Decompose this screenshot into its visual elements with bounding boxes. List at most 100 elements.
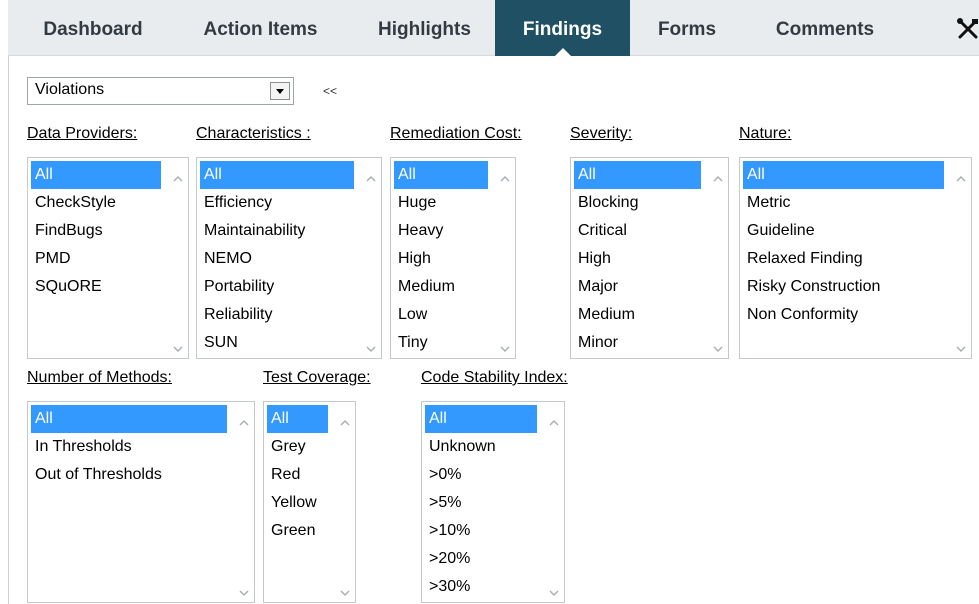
tab-action-items[interactable]: Action Items (178, 0, 343, 56)
list-item[interactable]: All (31, 161, 161, 189)
scrollbar[interactable] (949, 158, 971, 358)
chevron-down-icon[interactable] (173, 340, 183, 353)
list-item[interactable]: All (267, 405, 328, 433)
scrollbar[interactable] (493, 158, 515, 358)
list-item[interactable]: Red (267, 461, 328, 489)
filter-label-data-providers: Data Providers: (27, 125, 138, 142)
view-select-value: Violations (35, 81, 105, 98)
chevron-down-icon[interactable] (956, 340, 966, 353)
list-item[interactable]: Portability (200, 273, 354, 301)
listbox-options: All In Thresholds Out of Thresholds (31, 405, 227, 489)
list-item[interactable]: All (200, 161, 354, 189)
list-item[interactable]: >20% (425, 545, 537, 573)
tab-forms[interactable]: Forms (636, 0, 738, 56)
listbox-test-coverage[interactable]: All Grey Red Yellow Green (263, 401, 356, 603)
chevron-up-icon[interactable] (956, 170, 966, 182)
list-item[interactable]: Minor (574, 329, 701, 357)
listbox-remediation-cost[interactable]: All Huge Heavy High Medium Low Tiny (390, 157, 516, 359)
list-item[interactable]: Medium (394, 273, 488, 301)
scrollbar[interactable] (706, 158, 728, 358)
list-item[interactable]: Low (394, 301, 488, 329)
collapse-link[interactable]: << (323, 84, 337, 98)
listbox-options: All Blocking Critical High Major Medium Minor (574, 161, 701, 357)
list-item[interactable]: Efficiency (200, 189, 354, 217)
list-item[interactable]: Blocking (574, 189, 701, 217)
list-item[interactable]: FindBugs (31, 217, 161, 245)
list-item[interactable]: SUN (200, 329, 354, 357)
tab-highlights[interactable]: Highlights (358, 0, 491, 56)
filter-label-remediation-cost: Remediation Cost: (390, 125, 522, 142)
list-item[interactable]: Huge (394, 189, 488, 217)
listbox-nature[interactable]: All Metric Guideline Relaxed Finding Risky C… (739, 157, 972, 359)
chevron-up-icon[interactable] (713, 170, 723, 182)
filter-label-severity: Severity: (570, 125, 633, 142)
panel-border (8, 56, 9, 604)
scrollbar[interactable] (333, 402, 355, 602)
list-item[interactable]: Major (574, 273, 701, 301)
scrollbar[interactable] (232, 402, 254, 602)
listbox-data-providers[interactable]: All CheckStyle FindBugs PMD SQuORE (27, 157, 189, 359)
list-item[interactable]: Out of Thresholds (31, 461, 227, 489)
list-item[interactable]: >0% (425, 461, 537, 489)
list-item[interactable]: All (425, 405, 537, 433)
tab-findings[interactable]: Findings (495, 0, 630, 56)
list-item[interactable]: Unknown (425, 433, 537, 461)
list-item[interactable]: SQuORE (31, 273, 161, 301)
listbox-severity[interactable]: All Blocking Critical High Major Medium Minor (570, 157, 729, 359)
list-item[interactable]: All (394, 161, 488, 189)
list-item[interactable]: In Thresholds (31, 433, 227, 461)
scrollbar[interactable] (542, 402, 564, 602)
list-item[interactable]: All (743, 161, 944, 189)
listbox-code-stability-index[interactable]: All Unknown >0% >5% >10% >20% >30% (421, 401, 565, 603)
chevron-up-icon[interactable] (173, 170, 183, 182)
scrollbar[interactable] (359, 158, 381, 358)
listbox-options: All Grey Red Yellow Green (267, 405, 328, 545)
list-item[interactable]: All (31, 405, 227, 433)
chevron-down-icon[interactable] (366, 340, 376, 353)
list-item[interactable]: Reliability (200, 301, 354, 329)
listbox-options: All Huge Heavy High Medium Low Tiny (394, 161, 488, 357)
tab-comments[interactable]: Comments (750, 0, 900, 56)
list-item[interactable]: NEMO (200, 245, 354, 273)
listbox-options: All CheckStyle FindBugs PMD SQuORE (31, 161, 161, 301)
list-item[interactable]: Risky Construction (743, 273, 944, 301)
list-item[interactable]: PMD (31, 245, 161, 273)
chevron-up-icon[interactable] (340, 414, 350, 426)
list-item[interactable]: Yellow (267, 489, 328, 517)
wrench-screwdriver-icon[interactable] (956, 17, 979, 41)
listbox-number-of-methods[interactable]: All In Thresholds Out of Thresholds (27, 401, 255, 603)
list-item[interactable]: >30% (425, 573, 537, 601)
chevron-down-icon[interactable] (270, 82, 290, 100)
chevron-up-icon[interactable] (549, 414, 559, 426)
scrollbar[interactable] (166, 158, 188, 358)
view-select[interactable]: Violations (27, 77, 294, 105)
list-item[interactable]: Grey (267, 433, 328, 461)
chevron-down-icon[interactable] (239, 584, 249, 597)
list-item[interactable]: Non Conformity (743, 301, 944, 329)
list-item[interactable]: >10% (425, 517, 537, 545)
chevron-up-icon[interactable] (366, 170, 376, 182)
list-item[interactable]: High (394, 245, 488, 273)
chevron-up-icon[interactable] (239, 414, 249, 426)
list-item[interactable]: Tiny (394, 329, 488, 357)
chevron-down-icon[interactable] (713, 340, 723, 353)
list-item[interactable]: Metric (743, 189, 944, 217)
list-item[interactable]: All (574, 161, 701, 189)
listbox-characteristics[interactable]: All Efficiency Maintainability NEMO Portabil… (196, 157, 382, 359)
list-item[interactable]: Guideline (743, 217, 944, 245)
chevron-down-icon[interactable] (340, 584, 350, 597)
list-item[interactable]: Green (267, 517, 328, 545)
list-item[interactable]: Maintainability (200, 217, 354, 245)
chevron-down-icon[interactable] (549, 584, 559, 597)
list-item[interactable]: >5% (425, 489, 537, 517)
list-item[interactable]: High (574, 245, 701, 273)
chevron-down-icon[interactable] (500, 340, 510, 353)
filter-label-test-coverage: Test Coverage: (263, 369, 371, 386)
list-item[interactable]: Critical (574, 217, 701, 245)
list-item[interactable]: Heavy (394, 217, 488, 245)
list-item[interactable]: Medium (574, 301, 701, 329)
list-item[interactable]: CheckStyle (31, 189, 161, 217)
list-item[interactable]: Relaxed Finding (743, 245, 944, 273)
chevron-up-icon[interactable] (500, 170, 510, 182)
tab-dashboard[interactable]: Dashboard (18, 0, 168, 56)
